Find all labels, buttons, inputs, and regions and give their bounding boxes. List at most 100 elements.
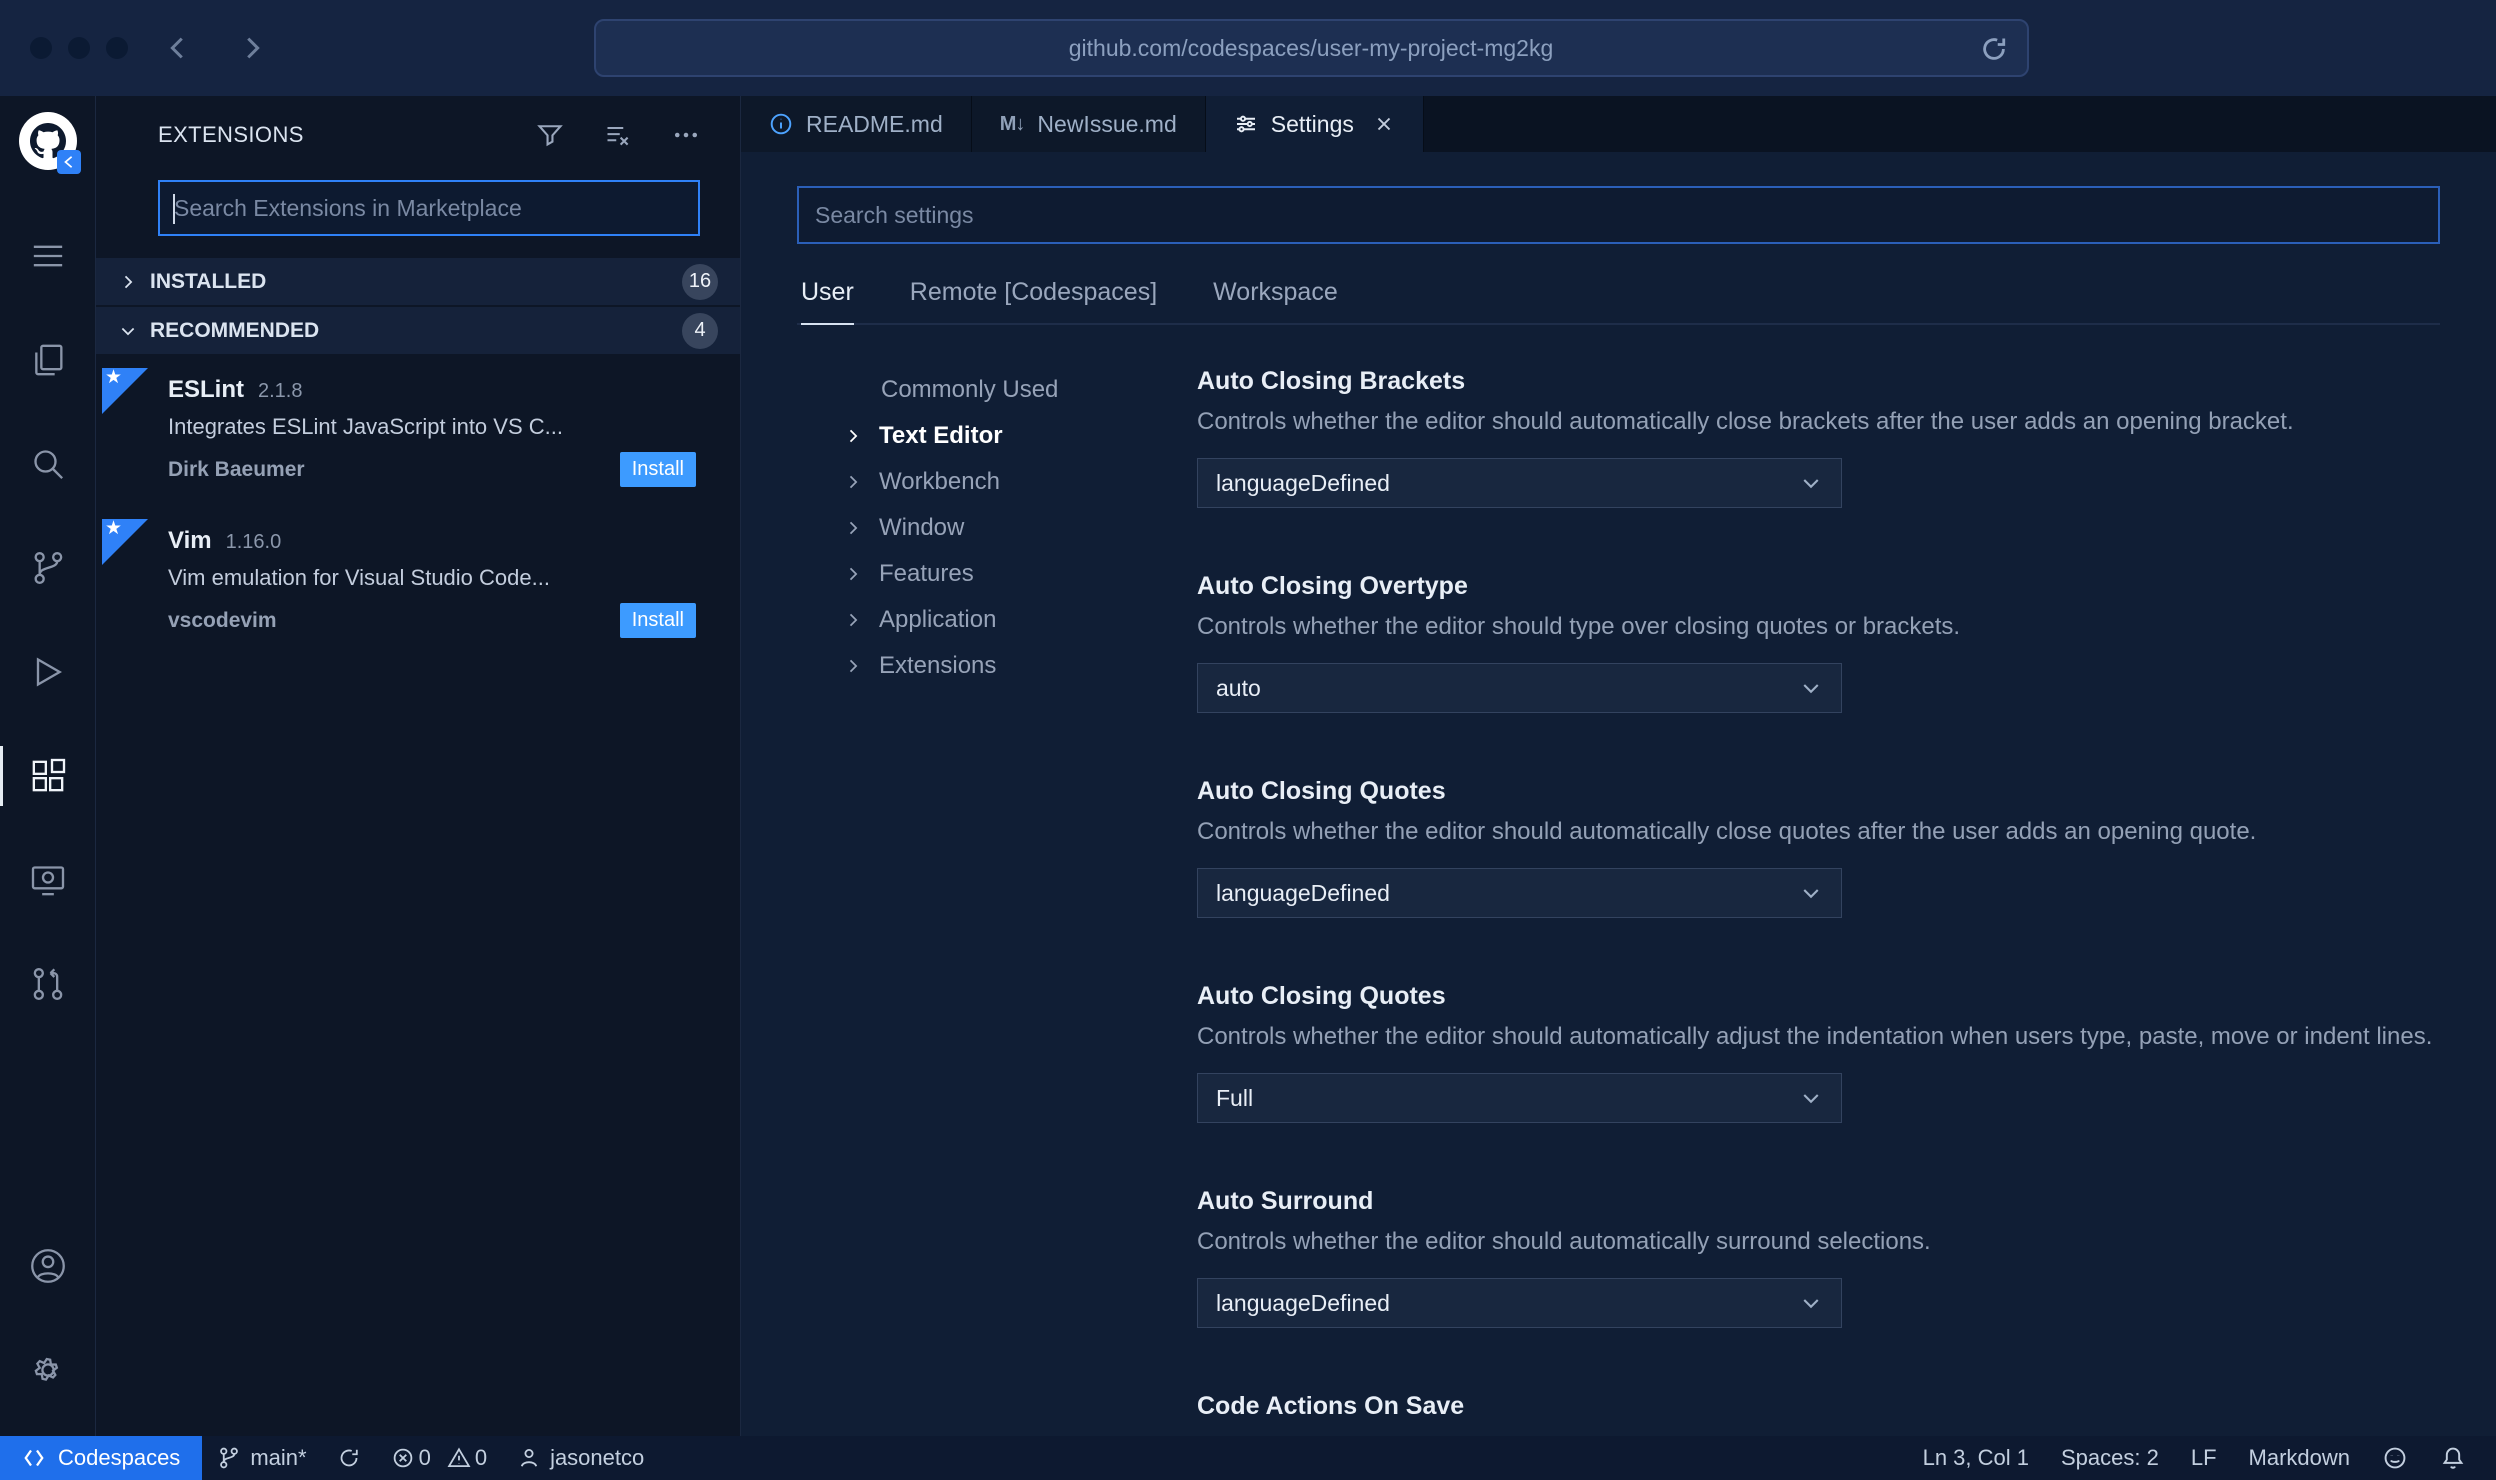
notifications-button[interactable] <box>2424 1445 2482 1471</box>
hamburger-icon <box>33 245 62 267</box>
settings-scope-tabs: User Remote [Codespaces] Workspace <box>797 278 2440 325</box>
tab-label: README.md <box>806 110 943 137</box>
extension-list-item[interactable]: ★ Vim 1.16.0 Vim emulation for Visual St… <box>96 507 740 658</box>
setting-entry-auto-surround: Auto Surround Controls whether the edito… <box>1197 1187 2440 1328</box>
toc-item-application[interactable]: Application <box>797 597 1197 643</box>
extensions-search-input[interactable] <box>174 194 684 222</box>
recommended-star-icon: ★ <box>102 518 148 565</box>
settings-gear-button[interactable] <box>0 1318 95 1422</box>
filter-icon[interactable] <box>536 121 564 149</box>
menu-button[interactable] <box>0 204 95 308</box>
codespaces-icon <box>22 1446 46 1470</box>
chevron-down-icon <box>1799 676 1823 700</box>
settings-search-input[interactable] <box>815 201 2422 229</box>
sidebar-item-search[interactable] <box>0 412 95 516</box>
setting-entry-auto-indent: Auto Closing Quotes Controls whether the… <box>1197 982 2440 1123</box>
sidebar-item-run-debug[interactable] <box>0 620 95 724</box>
toc-item-workbench[interactable]: Workbench <box>797 459 1197 505</box>
setting-dropdown[interactable]: languageDefined <box>1197 458 1842 508</box>
sidebar-item-explorer[interactable] <box>0 308 95 412</box>
more-actions-icon[interactable] <box>672 121 700 149</box>
close-window-button[interactable] <box>30 37 52 59</box>
extension-version: 2.1.8 <box>258 380 303 402</box>
scope-tab-user[interactable]: User <box>801 278 854 325</box>
files-icon <box>34 344 62 376</box>
tab-newissue[interactable]: M↓ NewIssue.md <box>971 96 1206 152</box>
sidebar-item-source-control[interactable] <box>0 516 95 620</box>
browser-window: github.com/codespaces/user-my-project-mg… <box>0 0 2496 1480</box>
refresh-icon[interactable] <box>1979 34 2009 64</box>
clear-extension-search-icon[interactable] <box>604 121 632 149</box>
cursor-position-status[interactable]: Ln 3, Col 1 <box>1907 1445 2045 1471</box>
install-button[interactable]: Install <box>619 452 696 487</box>
sidebar-item-extensions[interactable] <box>0 724 95 828</box>
setting-entry-auto-closing-quotes: Auto Closing Quotes Controls whether the… <box>1197 777 2440 918</box>
feedback-button[interactable] <box>2366 1445 2424 1471</box>
setting-entry-auto-closing-brackets: Auto Closing Brackets Controls whether t… <box>1197 367 2440 508</box>
status-bar: Codespaces main* 0 0 jasonetco Ln 3, Col… <box>0 1436 2496 1480</box>
address-bar[interactable]: github.com/codespaces/user-my-project-mg… <box>593 19 2029 77</box>
sidebar-item-remote-explorer[interactable] <box>0 828 95 932</box>
chevron-right-icon <box>118 272 138 292</box>
remote-explorer-icon <box>31 866 64 896</box>
install-button[interactable]: Install <box>619 603 696 638</box>
error-icon <box>391 1446 415 1470</box>
tab-settings[interactable]: Settings <box>1205 96 1424 152</box>
user-status[interactable]: jasonetco <box>502 1436 659 1480</box>
section-label: INSTALLED <box>150 269 267 293</box>
toc-item-text-editor[interactable]: Text Editor <box>797 413 1197 459</box>
user-name: jasonetco <box>550 1445 645 1470</box>
recommended-count-badge: 4 <box>682 312 718 349</box>
setting-dropdown[interactable]: auto <box>1197 663 1842 713</box>
minimize-window-button[interactable] <box>68 37 90 59</box>
indentation-status[interactable]: Spaces: 2 <box>2045 1445 2175 1471</box>
sync-status[interactable] <box>322 1436 376 1480</box>
settings-editor: User Remote [Codespaces] Workspace Commo… <box>741 152 2496 1436</box>
section-recommended[interactable]: RECOMMENDED 4 <box>96 307 740 354</box>
setting-title: Auto Surround <box>1197 1187 1374 1215</box>
close-icon[interactable] <box>1373 113 1395 135</box>
chevron-down-icon <box>1799 881 1823 905</box>
extension-list-item[interactable]: ★ ESLint 2.1.8 Integrates ESLint JavaScr… <box>96 356 740 507</box>
codespaces-status-button[interactable]: Codespaces <box>0 1436 203 1480</box>
github-logo[interactable] <box>18 112 81 174</box>
sidebar-item-pull-requests[interactable] <box>0 932 95 1036</box>
maximize-window-button[interactable] <box>106 37 128 59</box>
section-installed[interactable]: INSTALLED 16 <box>96 258 740 305</box>
tab-readme[interactable]: README.md <box>741 96 972 152</box>
toc-item-extensions[interactable]: Extensions <box>797 643 1197 689</box>
git-branch-icon <box>217 1446 241 1470</box>
installed-count-badge: 16 <box>682 263 718 300</box>
error-count: 0 <box>418 1445 431 1470</box>
setting-title: Code Actions On Save <box>1197 1392 1465 1420</box>
scope-tab-workspace[interactable]: Workspace <box>1213 278 1338 323</box>
toc-item-commonly-used[interactable]: Commonly Used <box>797 367 1197 413</box>
url-text: github.com/codespaces/user-my-project-mg… <box>1068 34 1554 61</box>
toc-item-features[interactable]: Features <box>797 551 1197 597</box>
scope-tab-remote[interactable]: Remote [Codespaces] <box>910 278 1157 323</box>
run-debug-icon <box>36 657 62 687</box>
branch-status[interactable]: main* <box>202 1436 321 1480</box>
sync-icon <box>337 1446 361 1470</box>
problems-status[interactable]: 0 0 <box>376 1436 503 1480</box>
setting-dropdown[interactable]: languageDefined <box>1197 868 1842 918</box>
setting-description: Controls whether the editor should type … <box>1197 613 1961 640</box>
extension-name: ESLint <box>168 376 244 403</box>
account-button[interactable] <box>0 1214 95 1318</box>
extensions-sidebar: EXTENSIONS Search Extensions in Marketpl… <box>96 96 741 1436</box>
chevron-right-icon <box>843 564 863 584</box>
forward-button[interactable] <box>228 24 276 72</box>
extension-description: Vim emulation for Visual Studio Code... <box>168 565 550 590</box>
language-mode-status[interactable]: Markdown <box>2233 1445 2366 1471</box>
setting-dropdown[interactable]: Full <box>1197 1073 1842 1123</box>
extension-name: Vim <box>168 527 212 554</box>
tab-label: Settings <box>1270 110 1354 137</box>
eol-status[interactable]: LF <box>2175 1445 2233 1471</box>
sidebar-title: EXTENSIONS <box>158 122 304 147</box>
back-button[interactable] <box>154 24 202 72</box>
setting-dropdown[interactable]: languageDefined <box>1197 1278 1842 1328</box>
tab-label: NewIssue.md <box>1037 110 1177 137</box>
toc-item-window[interactable]: Window <box>797 505 1197 551</box>
setting-title: Auto Closing Overtype <box>1197 572 1468 600</box>
extension-publisher: Dirk Baeumer <box>168 457 305 481</box>
